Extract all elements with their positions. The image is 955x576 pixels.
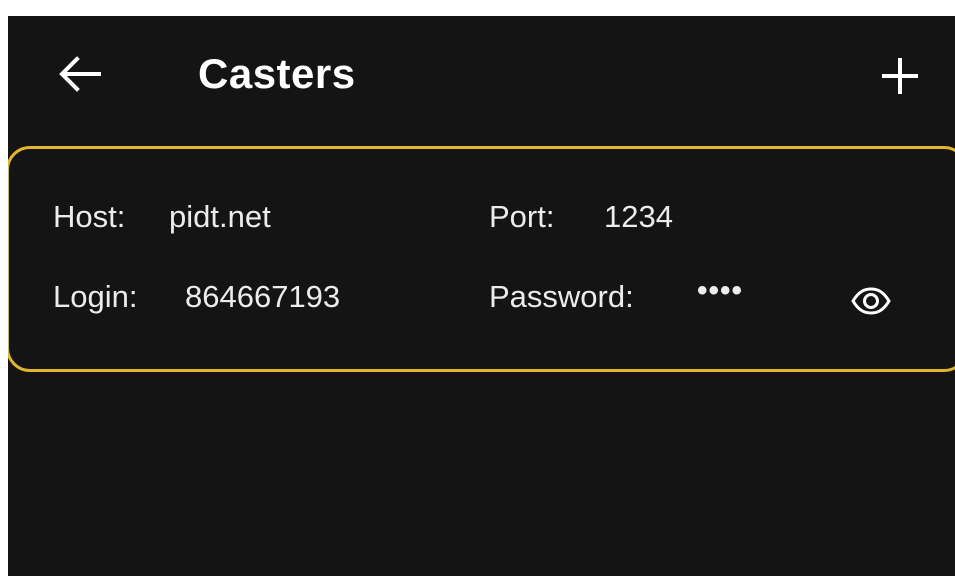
toggle-password-visibility-button[interactable]	[848, 282, 894, 320]
password-label: Password:	[489, 279, 634, 314]
caster-card[interactable]: Host: pidt.net Port: 1234 Login: 8646671…	[8, 146, 955, 372]
login-value: 864667193	[185, 279, 341, 314]
password-value: ••••	[697, 274, 744, 307]
plus-icon	[882, 58, 918, 94]
casters-screen: Casters Host: pidt.net Port: 1234 Login:…	[8, 16, 955, 576]
login-label: Login:	[53, 279, 138, 314]
eye-icon	[851, 287, 891, 315]
arrow-left-icon	[59, 56, 101, 92]
port-label: Port:	[489, 199, 555, 234]
back-button[interactable]	[54, 48, 106, 100]
host-label: Host:	[53, 199, 126, 234]
add-caster-button[interactable]	[872, 48, 928, 104]
port-value: 1234	[604, 199, 673, 234]
page-title: Casters	[198, 50, 356, 97]
host-value: pidt.net	[169, 199, 271, 234]
app-bar: Casters	[8, 16, 955, 128]
